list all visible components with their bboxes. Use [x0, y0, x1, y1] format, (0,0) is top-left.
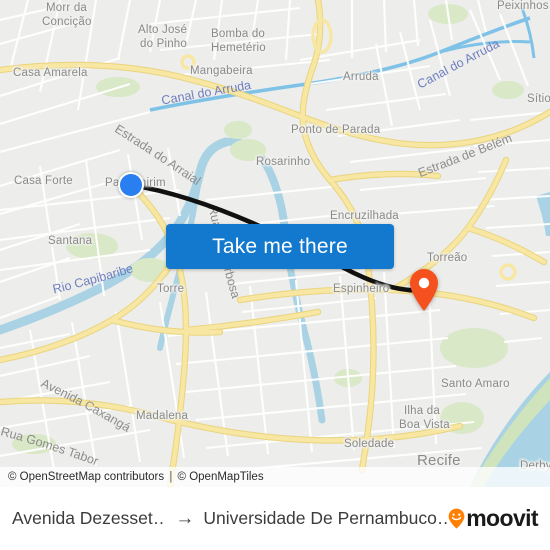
map-attribution: © OpenStreetMap contributors | © OpenMap… — [0, 467, 550, 487]
attribution-separator: | — [169, 471, 173, 483]
route-summary[interactable]: Avenida Dezesset… → Universidade De Pern… — [12, 508, 448, 529]
moovit-route-screen: Canal do Arruda Canal do Arruda Estrada … — [0, 0, 550, 550]
route-origin-label: Avenida Dezesset… — [12, 508, 167, 528]
route-footer: Avenida Dezesset… → Universidade De Pern… — [0, 487, 550, 550]
attribution-tiles[interactable]: © OpenMapTiles — [178, 471, 264, 483]
attribution-osm[interactable]: © OpenStreetMap contributors — [8, 471, 164, 483]
destination-pin[interactable] — [408, 268, 440, 312]
moovit-smiley-pin-icon — [448, 508, 465, 529]
origin-dot[interactable] — [118, 172, 144, 198]
moovit-logo[interactable]: moovit — [448, 505, 539, 532]
route-destination-label: Universidade De Pernambuco… — [203, 508, 449, 528]
moovit-wordmark: moovit — [466, 505, 538, 531]
take-me-there-button[interactable]: Take me there — [166, 224, 394, 269]
map-canvas[interactable]: Canal do Arruda Canal do Arruda Estrada … — [0, 0, 550, 487]
arrow-right-icon: → — [175, 508, 195, 529]
